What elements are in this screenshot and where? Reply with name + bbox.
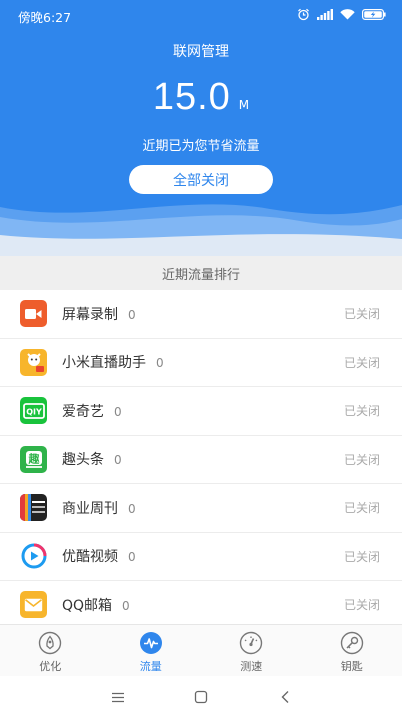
home-icon[interactable] bbox=[193, 689, 209, 705]
app-state[interactable]: 已关闭 bbox=[344, 596, 380, 613]
app-name: 爱奇艺 0 bbox=[62, 401, 122, 421]
speedometer-icon bbox=[239, 631, 263, 655]
key-icon bbox=[340, 631, 364, 655]
screen-record-icon bbox=[20, 300, 47, 328]
app-state[interactable]: 已关闭 bbox=[344, 499, 380, 516]
app-count: 0 bbox=[122, 598, 130, 613]
qq-mail-icon bbox=[20, 591, 47, 619]
app-list: 屏幕录制 0 已关闭 小米直播助手 0 已关闭 QIY 爱奇艺 0 已关闭 趣 趣头条… bbox=[0, 290, 402, 630]
wifi-icon bbox=[340, 9, 355, 20]
header-banner: 傍晚6:27 联网管理 15.0 M 近期已为您节省流量 全部关闭 bbox=[0, 0, 402, 256]
tab-speedtest[interactable]: 测速 bbox=[201, 625, 302, 676]
list-item[interactable]: 趣 趣头条 0 已关闭 bbox=[0, 436, 402, 484]
tab-label: 测速 bbox=[240, 660, 263, 673]
close-all-button[interactable]: 全部关闭 bbox=[129, 165, 273, 194]
app-name-text: 爱奇艺 bbox=[62, 403, 104, 420]
app-name: 小米直播助手 0 bbox=[62, 352, 164, 372]
optimize-icon bbox=[38, 631, 62, 655]
menu-icon[interactable] bbox=[110, 689, 126, 705]
tab-traffic[interactable]: 流量 bbox=[101, 625, 202, 676]
iqiyi-icon: QIY bbox=[20, 397, 47, 425]
list-item[interactable]: 商业周刊 0 已关闭 bbox=[0, 484, 402, 533]
saved-amount-unit: M bbox=[238, 98, 250, 112]
app-name-text: 趣头条 bbox=[62, 452, 104, 469]
page-title: 联网管理 bbox=[173, 44, 229, 60]
tab-label: 流量 bbox=[139, 660, 162, 673]
tab-label: 优化 bbox=[39, 660, 62, 673]
list-item[interactable]: QIY 爱奇艺 0 已关闭 bbox=[0, 387, 402, 436]
app-name-text: QQ邮箱 bbox=[62, 597, 113, 614]
saved-amount-value: 15.0 bbox=[152, 76, 231, 118]
app-count: 0 bbox=[114, 453, 122, 468]
saved-amount: 15.0 M bbox=[0, 76, 402, 119]
app-name: 优酷视频 0 bbox=[62, 546, 136, 566]
app-state[interactable]: 已关闭 bbox=[344, 451, 380, 468]
app-name-text: 小米直播助手 bbox=[62, 355, 146, 372]
list-item[interactable]: 小米直播助手 0 已关闭 bbox=[0, 339, 402, 387]
traffic-icon bbox=[139, 631, 163, 655]
back-icon[interactable] bbox=[277, 689, 293, 705]
app-count: 0 bbox=[128, 550, 136, 565]
app-name: 商业周刊 0 bbox=[62, 498, 136, 518]
qutoutiao-icon: 趣 bbox=[20, 445, 47, 473]
alarm-icon bbox=[298, 8, 309, 21]
app-name-text: 优酷视频 bbox=[62, 549, 118, 566]
app-count: 0 bbox=[114, 404, 122, 419]
list-item[interactable]: QQ邮箱 0 已关闭 bbox=[0, 581, 402, 630]
ranking-title: 近期流量排行 bbox=[0, 256, 402, 290]
saved-subtitle: 近期已为您节省流量 bbox=[142, 139, 260, 154]
system-nav-bar bbox=[0, 677, 402, 717]
app-count: 0 bbox=[128, 501, 136, 516]
app-count: 0 bbox=[156, 356, 164, 371]
app-state[interactable]: 已关闭 bbox=[344, 354, 380, 371]
bottom-tab-bar: 优化 流量 测速 钥匙 bbox=[0, 624, 402, 676]
status-bar: 傍晚6:27 bbox=[0, 0, 402, 30]
app-count: 0 bbox=[128, 307, 136, 322]
business-weekly-icon bbox=[20, 494, 47, 522]
list-item[interactable]: 优酷视频 0 已关闭 bbox=[0, 533, 402, 581]
battery-charging-icon bbox=[362, 9, 386, 20]
status-time: 傍晚6:27 bbox=[18, 10, 72, 25]
app-name: 趣头条 0 bbox=[62, 449, 122, 469]
app-state[interactable]: 已关闭 bbox=[344, 402, 380, 419]
status-icons bbox=[297, 8, 386, 21]
app-state[interactable]: 已关闭 bbox=[344, 305, 380, 322]
svg-text:趣: 趣 bbox=[27, 452, 40, 466]
tab-key[interactable]: 钥匙 bbox=[302, 625, 402, 676]
app-name: QQ邮箱 0 bbox=[62, 595, 130, 615]
app-name-text: 屏幕录制 bbox=[62, 306, 118, 323]
xiaomi-live-icon bbox=[20, 348, 47, 376]
tab-label: 钥匙 bbox=[340, 660, 363, 673]
tab-optimize[interactable]: 优化 bbox=[0, 625, 101, 676]
app-name: 屏幕录制 0 bbox=[62, 304, 136, 324]
svg-text:QIY: QIY bbox=[26, 407, 42, 416]
signal-icon bbox=[317, 9, 333, 20]
app-state[interactable]: 已关闭 bbox=[344, 548, 380, 565]
app-name-text: 商业周刊 bbox=[62, 500, 118, 517]
youku-icon bbox=[20, 543, 47, 570]
wave-decoration bbox=[0, 204, 402, 256]
list-item[interactable]: 屏幕录制 0 已关闭 bbox=[0, 290, 402, 339]
